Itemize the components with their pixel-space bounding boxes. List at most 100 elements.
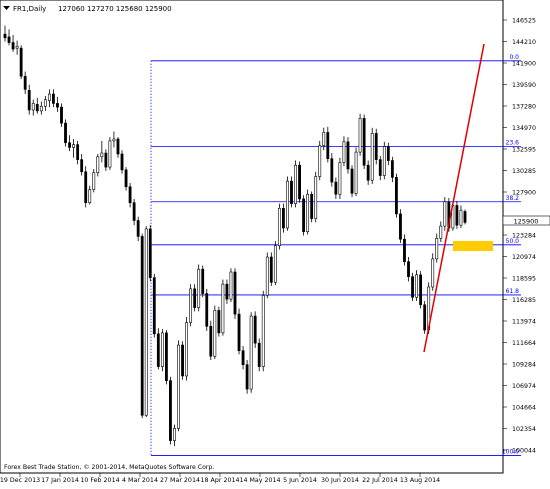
- candle-body: [64, 122, 67, 144]
- candle: [169, 376, 172, 445]
- candle: [245, 360, 249, 394]
- candle: [302, 195, 306, 236]
- candle-body: [72, 144, 76, 148]
- candle: [411, 272, 414, 302]
- candle: [144, 226, 148, 418]
- candle-body: [60, 106, 63, 124]
- candle: [423, 301, 427, 334]
- candle-body: [257, 342, 261, 367]
- x-tick-label: 14 May 2014: [239, 477, 280, 484]
- y-tick-label: 127900: [512, 190, 536, 197]
- candle-body: [374, 133, 378, 160]
- highlight-box: [453, 241, 493, 251]
- candle-body: [47, 93, 51, 101]
- y-tick-label: 118595: [512, 276, 536, 283]
- candle-body: [80, 159, 84, 173]
- candle: [92, 168, 96, 193]
- y-tick-label: 102354: [512, 426, 536, 433]
- candle: [19, 45, 23, 80]
- y-tick-label: 120974: [512, 254, 536, 261]
- x-tick-label: 4 Mar 2014: [122, 477, 158, 484]
- candle-body: [76, 144, 80, 160]
- candle-body: [156, 333, 160, 367]
- y-tick-label: 100044: [512, 448, 536, 455]
- candle: [217, 306, 221, 337]
- candle: [290, 176, 293, 208]
- candle: [338, 157, 342, 199]
- candle: [152, 273, 156, 338]
- candle: [177, 340, 180, 432]
- candle: [374, 128, 378, 165]
- candle: [253, 311, 257, 348]
- candle-body: [338, 162, 342, 195]
- candle-body: [229, 271, 233, 300]
- x-tick-label: 19 Dec 2013: [0, 477, 40, 484]
- candle-body: [403, 238, 406, 262]
- candle: [181, 341, 184, 380]
- candle-body: [399, 213, 402, 240]
- candle-body: [419, 274, 423, 306]
- candle-body: [96, 156, 100, 174]
- candle-body: [298, 164, 301, 200]
- candle: [354, 147, 358, 197]
- candle: [350, 165, 354, 198]
- candle-body: [306, 193, 310, 233]
- candle: [233, 268, 237, 319]
- candle: [269, 252, 273, 287]
- candle-body: [314, 176, 318, 219]
- candle-body: [201, 268, 205, 294]
- candle-body: [294, 164, 297, 204]
- candle-body: [443, 201, 447, 227]
- candle-body: [318, 145, 322, 177]
- candle-body: [269, 256, 273, 283]
- candle: [310, 191, 314, 223]
- candle: [84, 166, 88, 208]
- candle-body: [169, 380, 172, 441]
- candle-body: [382, 146, 386, 176]
- candle-body: [152, 277, 156, 335]
- candle-body: [104, 152, 108, 168]
- fib-level-label: 23.6: [506, 139, 520, 146]
- candle-body: [237, 313, 241, 351]
- candle-body: [415, 274, 418, 298]
- candle-body: [249, 315, 253, 390]
- candle: [362, 114, 366, 169]
- y-tick-label: 113974: [512, 319, 536, 326]
- candle-body: [193, 288, 197, 308]
- candle-body: [52, 93, 55, 104]
- candle-body: [455, 205, 459, 226]
- candle-body: [197, 268, 201, 308]
- candle-body: [144, 228, 148, 416]
- candle-body: [261, 295, 265, 367]
- y-tick-label: 130285: [512, 168, 536, 175]
- candle: [306, 189, 310, 235]
- candle: [294, 160, 297, 208]
- candle-body: [354, 151, 358, 194]
- y-tick-label: 106974: [512, 383, 536, 390]
- y-tick-label: 146525: [512, 18, 536, 25]
- candle: [120, 150, 124, 174]
- y-tick-label: 137280: [512, 104, 536, 111]
- candle-body: [370, 133, 374, 181]
- price-chart[interactable]: 0.0 23.6 38.2 50.0 61.8 100.0 FR1,Daily 12706…: [0, 0, 550, 485]
- candle-body: [140, 236, 144, 416]
- candle-body: [56, 103, 59, 108]
- candle-body: [439, 225, 443, 239]
- candle-body: [322, 132, 326, 146]
- candle-body: [213, 310, 217, 357]
- candle-body: [390, 160, 394, 178]
- candle-body: [124, 169, 128, 188]
- candle-body: [15, 45, 19, 49]
- candle: [346, 137, 350, 174]
- y-tick-label: 116285: [512, 297, 536, 304]
- candle-body: [241, 350, 245, 366]
- candle: [261, 290, 265, 372]
- candle-body: [221, 283, 225, 334]
- candlestick-chart[interactable]: 0.023.638.250.061.8100.0 FR1,Daily 12706…: [0, 0, 550, 485]
- candle-body: [302, 198, 306, 233]
- y-tick-label: 123284: [512, 233, 536, 240]
- candle: [463, 209, 467, 225]
- ohlc-values: 127060 127270 125680 125900: [58, 5, 172, 13]
- candle-body: [273, 245, 277, 283]
- candle-body: [277, 208, 281, 247]
